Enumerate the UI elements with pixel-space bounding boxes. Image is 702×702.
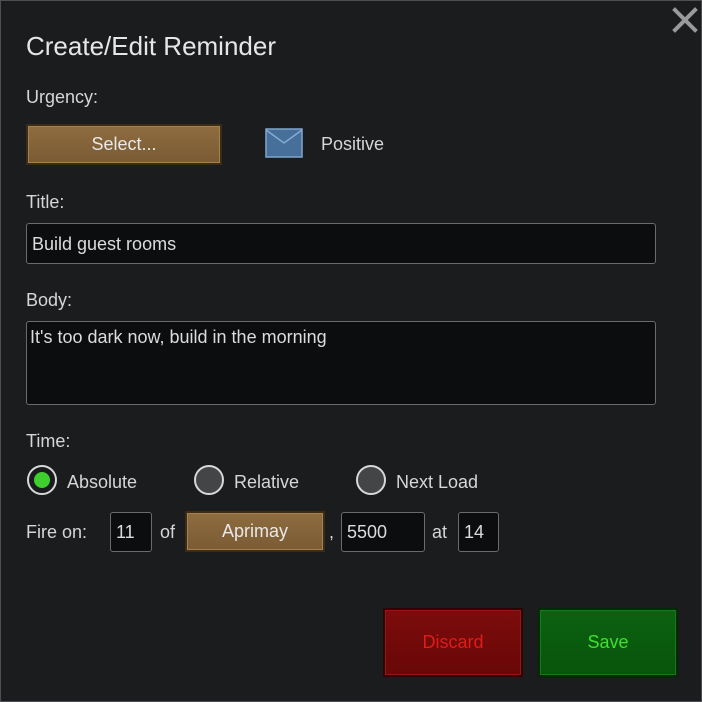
at-label: at xyxy=(432,522,448,542)
radio-relative-label: Relative xyxy=(234,472,300,492)
title-label: Title: xyxy=(26,192,65,212)
close-icon xyxy=(672,7,698,33)
title-input[interactable]: Build guest rooms xyxy=(26,223,656,264)
comma-separator: , xyxy=(329,522,335,542)
radio-relative[interactable] xyxy=(194,465,224,495)
urgency-value: Positive xyxy=(321,134,385,154)
radio-absolute-label: Absolute xyxy=(67,472,138,492)
radio-absolute[interactable] xyxy=(27,465,57,495)
body-label: Body: xyxy=(26,290,73,310)
hour-input[interactable]: 14 xyxy=(458,512,499,552)
urgency-label: Urgency: xyxy=(26,87,99,107)
time-label: Time: xyxy=(26,431,71,451)
year-input[interactable]: 5500 xyxy=(341,512,425,552)
body-textarea[interactable]: It's too dark now, build in the morning xyxy=(26,321,656,405)
of-label: of xyxy=(160,522,176,542)
save-button[interactable]: Save xyxy=(538,608,678,677)
month-select-button[interactable]: Aprimay xyxy=(185,511,325,552)
discard-button[interactable]: Discard xyxy=(383,608,523,677)
reminder-dialog: Create/Edit Reminder Urgency: Select... … xyxy=(0,0,702,702)
radio-next-load-label: Next Load xyxy=(396,472,479,492)
radio-next-load[interactable] xyxy=(356,465,386,495)
close-button[interactable] xyxy=(670,5,700,35)
dialog-title: Create/Edit Reminder xyxy=(26,31,276,61)
day-input[interactable]: 11 xyxy=(110,512,152,552)
fire-on-label: Fire on: xyxy=(26,522,88,542)
urgency-select-button[interactable]: Select... xyxy=(26,124,222,165)
envelope-icon xyxy=(265,128,303,158)
